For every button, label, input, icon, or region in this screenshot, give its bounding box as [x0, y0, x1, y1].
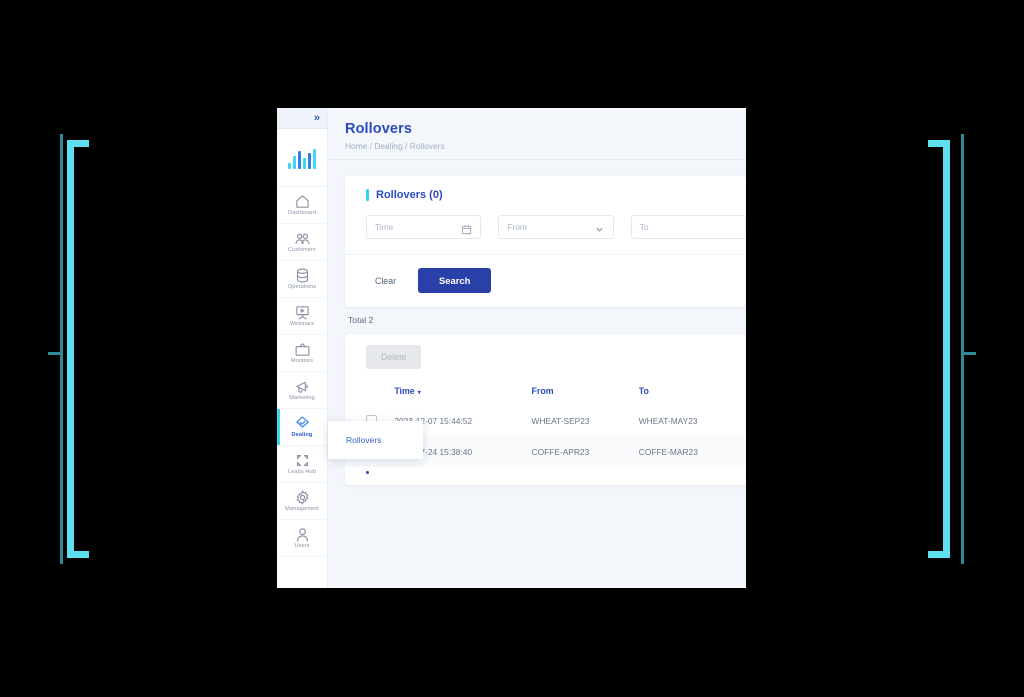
- sidebar-item-label: Webinars: [289, 321, 315, 328]
- sidebar-item-webinars[interactable]: Webinars: [277, 298, 327, 335]
- filters-card-title: Rollovers (0): [376, 189, 443, 201]
- sidebar-nav-list: Dashboard Customers Operations Webinars Moni…: [277, 187, 327, 557]
- dealing-submenu-flyout: Rollovers: [328, 421, 423, 459]
- time-filter-input[interactable]: Time: [366, 215, 482, 239]
- left-guide-line: [60, 134, 63, 564]
- cell-to: WHEAT-MAY23: [638, 415, 698, 426]
- logo-bar: [298, 150, 301, 169]
- users-group-icon: [294, 230, 311, 247]
- column-header-time-label: Time: [394, 386, 415, 396]
- to-filter-placeholder: To: [639, 222, 649, 232]
- sort-descending-icon: ▾: [417, 390, 421, 396]
- sidebar-item-customers[interactable]: Customers: [277, 224, 327, 261]
- sidebar-item-label: Users: [294, 543, 310, 550]
- app-logo[interactable]: [277, 129, 327, 187]
- logo-bar: [303, 157, 306, 169]
- sidebar-item-label: Operations: [287, 284, 317, 291]
- delete-button[interactable]: Delete: [366, 345, 422, 369]
- cell-from: WHEAT-SEP23: [531, 415, 590, 426]
- application-window: » Dashboard Customers Operations Webinars Mo…: [277, 108, 746, 588]
- home-icon: [294, 193, 311, 210]
- filters-card-header: Rollovers (0): [345, 176, 746, 201]
- logo-bar: [313, 148, 316, 169]
- filter-actions: Clear Search: [345, 254, 746, 307]
- sidebar-collapse-toggle[interactable]: »: [277, 108, 327, 129]
- database-icon: [294, 267, 311, 284]
- horizontal-scroll-indicator[interactable]: [345, 467, 746, 474]
- sidebar-item-label: Monitors: [290, 358, 314, 365]
- sidebar-item-dealing[interactable]: Dealing: [277, 409, 327, 446]
- total-count-label: Total 2: [348, 315, 374, 325]
- sidebar-item-label: Marketing: [289, 395, 315, 402]
- sidebar-item-users[interactable]: Users: [277, 520, 327, 557]
- column-header-to[interactable]: To: [639, 379, 746, 405]
- cell-to: COFFE-MAR23: [638, 446, 698, 457]
- to-filter-select[interactable]: To: [630, 215, 746, 239]
- sidebar-item-management[interactable]: Management: [277, 483, 327, 520]
- sidebar-item-label: Dashboard: [287, 210, 317, 217]
- filter-row: Time From To: [345, 201, 746, 254]
- sidebar-item-marketing[interactable]: Marketing: [277, 372, 327, 409]
- sidebar-item-monitors[interactable]: Monitors: [277, 335, 327, 372]
- chevron-double-right-icon: »: [313, 111, 320, 124]
- sidebar-item-dashboard[interactable]: Dashboard: [277, 187, 327, 224]
- breadcrumb: Home / Dealing / Rollovers: [345, 141, 445, 151]
- cell-from: COFFE-APR23: [531, 446, 590, 457]
- presentation-play-icon: [294, 304, 311, 321]
- column-header-time[interactable]: Time ▾: [394, 379, 531, 405]
- accent-bar: [366, 189, 369, 201]
- gear-icon: [294, 489, 311, 506]
- sidebar: » Dashboard Customers Operations Webinars Mo…: [277, 108, 328, 588]
- left-guide-tick: [48, 352, 62, 355]
- table-header: Time ▾ From To: [345, 379, 746, 405]
- right-guide-line: [961, 134, 964, 564]
- time-filter-placeholder: Time: [375, 222, 394, 232]
- handshake-icon: [294, 415, 311, 432]
- tv-monitor-icon: [294, 341, 311, 358]
- sidebar-item-operations[interactable]: Operations: [277, 261, 327, 298]
- filters-card: Rollovers (0) Time From To Clear Search: [345, 176, 746, 307]
- sidebar-item-leads-hub[interactable]: Leads Hub: [277, 446, 327, 483]
- megaphone-icon: [294, 378, 311, 395]
- four-arrows-expand-icon: [294, 452, 311, 469]
- table-header-row: Time ▾ From To: [345, 379, 746, 405]
- table-toolbar: Delete: [345, 334, 746, 369]
- calendar-icon[interactable]: [461, 222, 472, 234]
- from-filter-placeholder: From: [507, 222, 527, 232]
- logo-bar: [293, 155, 296, 169]
- page-title: Rollovers: [345, 121, 412, 137]
- sidebar-item-label: Dealing: [291, 432, 313, 439]
- column-header-from[interactable]: From: [532, 379, 639, 405]
- main-content: Rollovers Home / Dealing / Rollovers Rol…: [328, 108, 746, 588]
- page-header: Rollovers Home / Dealing / Rollovers: [328, 108, 746, 160]
- sidebar-item-label: Leads Hub: [288, 469, 316, 476]
- right-bracket-decoration: [928, 140, 950, 558]
- user-icon: [294, 526, 311, 543]
- right-guide-tick: [962, 352, 976, 355]
- logo-bar: [308, 152, 311, 169]
- sidebar-item-label: Management: [285, 506, 319, 513]
- search-button[interactable]: Search: [418, 268, 492, 293]
- screenshot-stage: » Dashboard Customers Operations Webinars Mo…: [0, 0, 1024, 697]
- chevron-down-icon[interactable]: [594, 222, 605, 233]
- left-bracket-decoration: [67, 140, 89, 558]
- submenu-item-rollovers[interactable]: Rollovers: [328, 435, 381, 445]
- analytics-bars-logo: [288, 147, 316, 169]
- from-filter-select[interactable]: From: [498, 215, 614, 239]
- column-header-checkbox: [345, 379, 394, 405]
- logo-bar: [288, 162, 291, 169]
- clear-button[interactable]: Clear: [366, 271, 405, 291]
- sidebar-item-label: Customers: [288, 247, 316, 254]
- results-card: Delete Time ▾ From To 2023-12-07 15:44:5…: [345, 334, 746, 485]
